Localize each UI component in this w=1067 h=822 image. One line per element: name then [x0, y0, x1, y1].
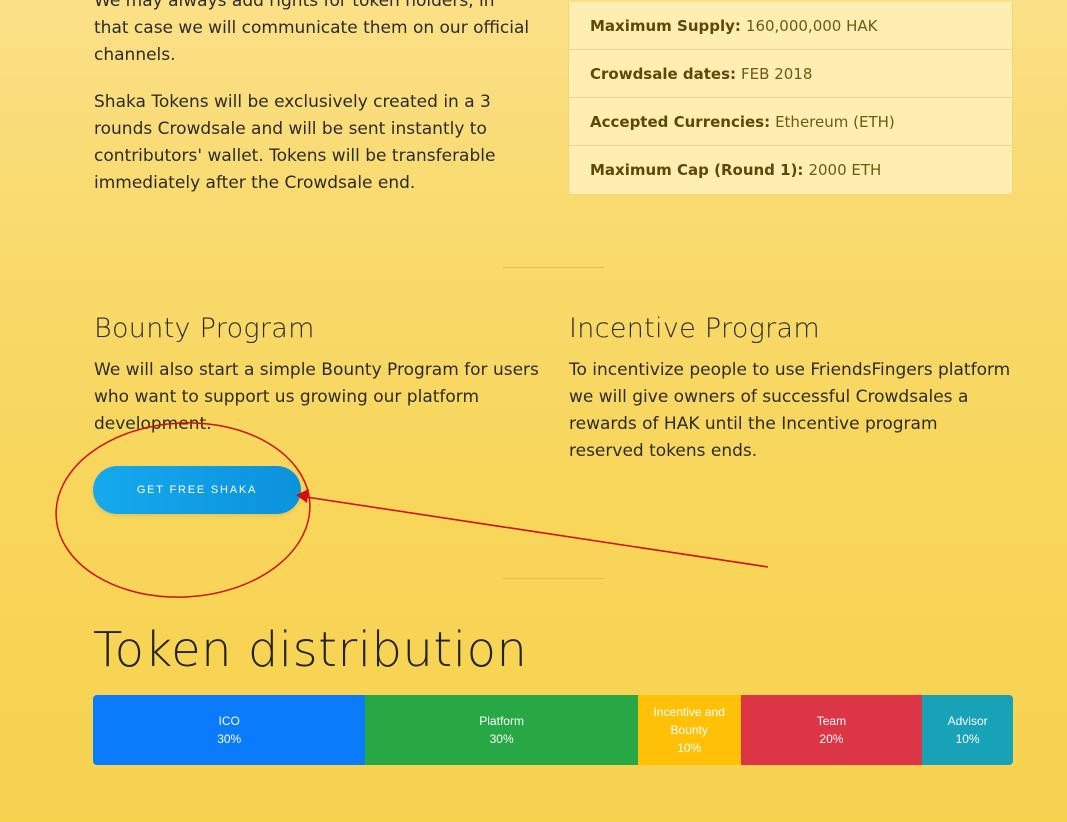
distribution-segment-advisor: Advisor 10% [922, 695, 1013, 765]
distribution-segment-team: Team 20% [740, 695, 923, 765]
bounty-program-title: Bounty Program [94, 313, 315, 344]
token-distribution-title: Token distribution [93, 622, 528, 678]
intro-paragraph-rights: We may always add rights for token holde… [94, 0, 530, 65]
fact-value: FEB 2018 [741, 64, 813, 83]
segment-label: Team [816, 714, 847, 728]
fact-value: 160,000,000 HAK [745, 16, 878, 35]
section-divider [503, 578, 604, 579]
section-divider [503, 267, 604, 268]
fact-label: Maximum Supply: [590, 16, 741, 35]
segment-label: Incentive and Bounty [653, 705, 725, 737]
fact-value: 2000 ETH [808, 161, 882, 179]
intro-paragraph-crowdsale: Shaka Tokens will be exclusively created… [94, 92, 496, 193]
fact-row-max-supply: Maximum Supply: 160,000,000 HAK [569, 2, 1012, 50]
segment-percent: 10% [677, 741, 702, 755]
fact-value: Ethereum (ETH) [775, 112, 895, 131]
segment-percent: 10% [955, 732, 980, 746]
incentive-program-text: To incentivize people to use FriendsFing… [569, 360, 1011, 461]
fact-row-max-cap: Maximum Cap (Round 1): 2000 ETH [569, 146, 1012, 194]
segment-percent: 20% [819, 732, 844, 746]
fact-row-crowdsale-dates: Crowdsale dates: FEB 2018 [569, 50, 1012, 98]
distribution-segment-incentive-bounty: Incentive and Bounty 10% [637, 695, 741, 765]
annotation-arrow-line [305, 496, 769, 568]
bounty-program-text: We will also start a simple Bounty Progr… [94, 360, 539, 434]
fact-label: Maximum Cap (Round 1): [590, 161, 804, 179]
fact-row-accepted-currencies: Accepted Currencies: Ethereum (ETH) [569, 98, 1012, 146]
segment-label: ICO [218, 714, 240, 728]
segment-label: Advisor [947, 714, 988, 728]
token-distribution-bar: ICO 30% Platform 30% Incentive and Bount… [93, 695, 1013, 765]
segment-percent: 30% [489, 732, 514, 746]
intro-text: We may always add rights for token holde… [94, 0, 534, 217]
incentive-program-title: Incentive Program [569, 313, 820, 344]
fact-label: Crowdsale dates: [590, 64, 737, 83]
distribution-segment-ico: ICO 30% [93, 695, 366, 765]
get-free-shaka-button[interactable]: GET FREE SHAKA [93, 466, 301, 514]
token-facts-table: Maximum Supply: 160,000,000 HAK Crowdsal… [568, 2, 1013, 195]
fact-label: Accepted Currencies: [590, 112, 771, 131]
segment-label: Platform [479, 714, 524, 728]
segment-percent: 30% [217, 732, 242, 746]
distribution-segment-platform: Platform 30% [365, 695, 638, 765]
